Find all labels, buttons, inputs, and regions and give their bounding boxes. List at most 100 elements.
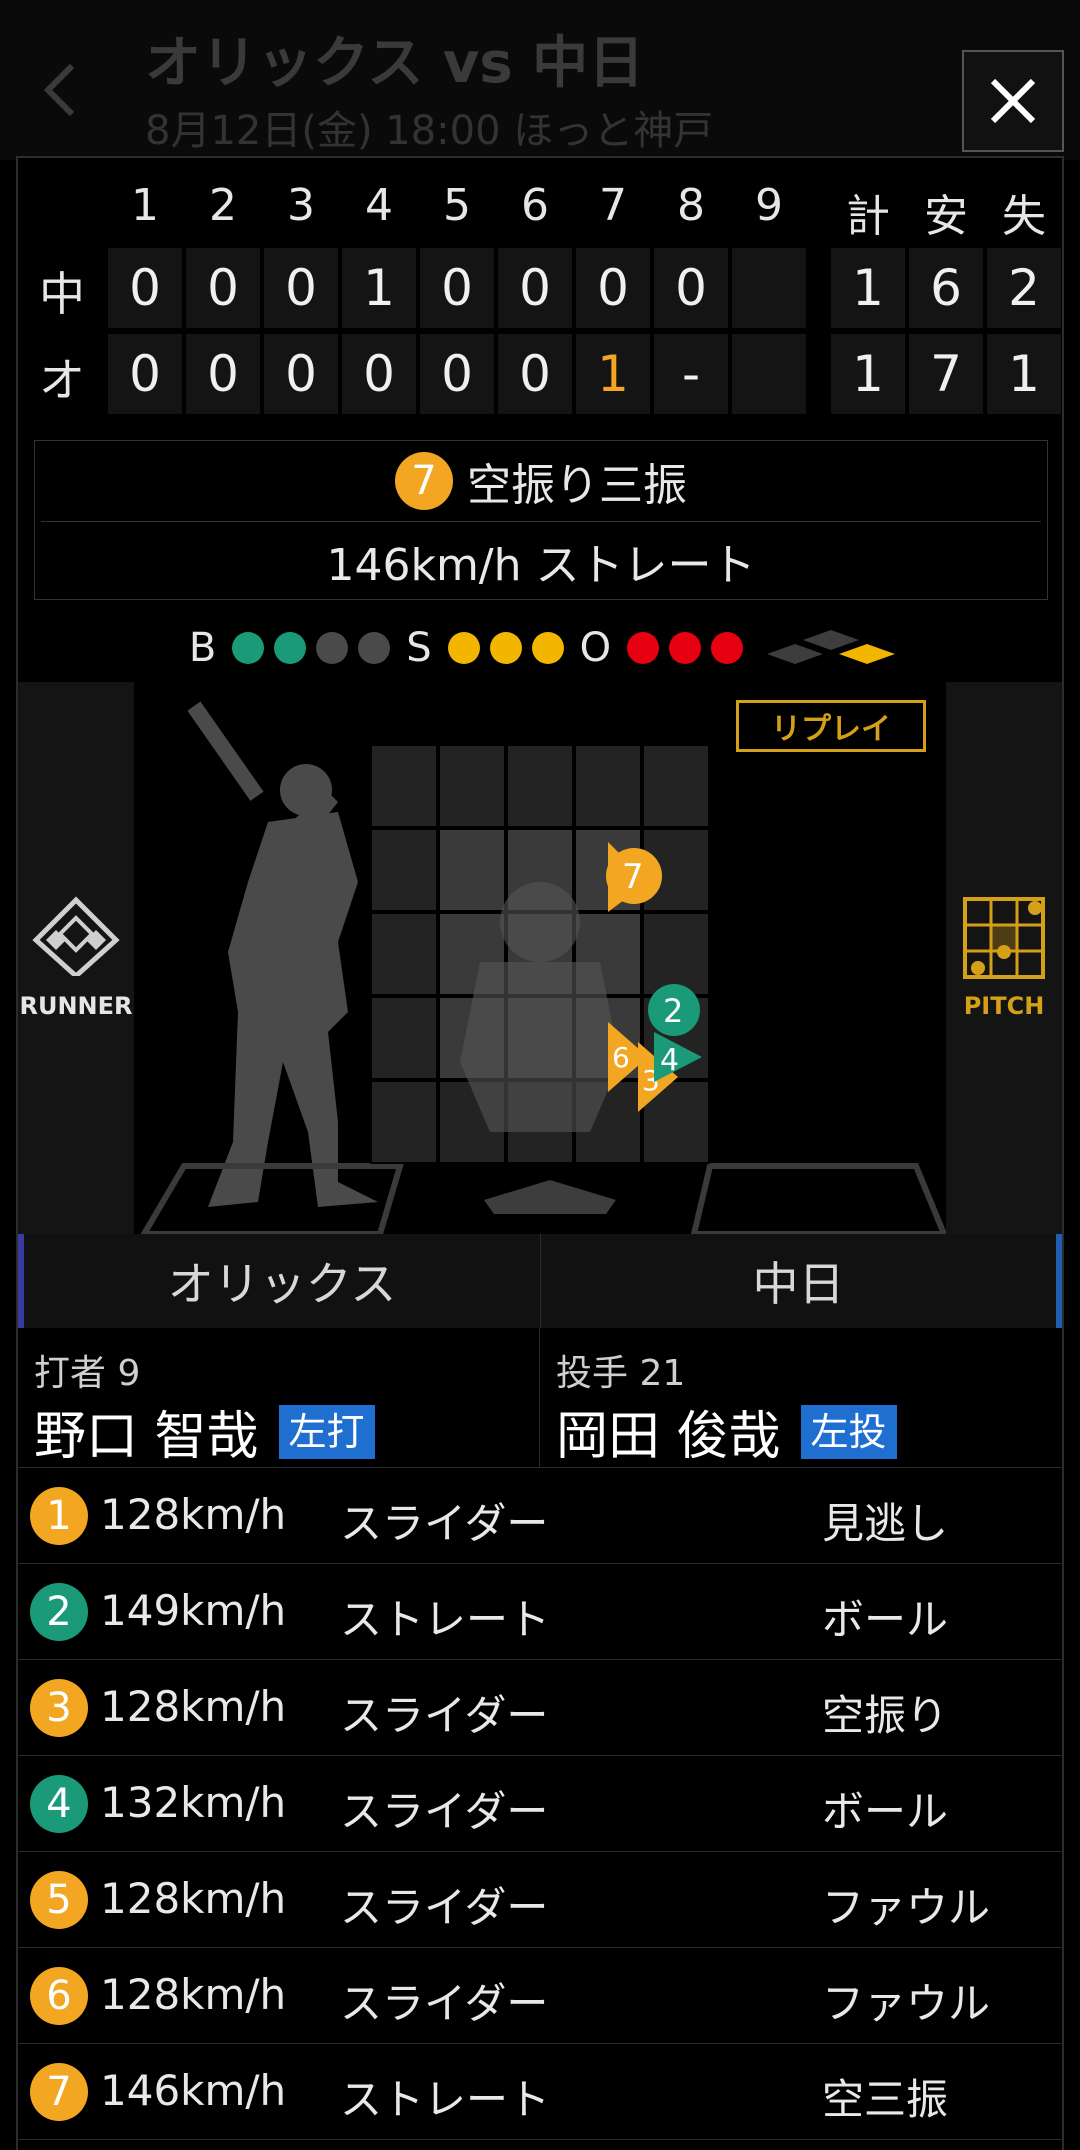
team-tab-orix[interactable]: オリックス xyxy=(18,1234,540,1328)
pitch-type: ストレート xyxy=(340,1595,551,1644)
svg-text:6: 6 xyxy=(612,1041,630,1074)
pitcher-role: 投手 21 xyxy=(556,1353,686,1394)
inning-header: 2 xyxy=(209,180,237,231)
pitch-number-badge: 3 xyxy=(30,1679,88,1737)
batter-role: 打者 9 xyxy=(34,1353,141,1394)
total-cell: 1 xyxy=(987,334,1061,414)
pitch-type: スライダー xyxy=(340,1499,549,1548)
ball-lamp xyxy=(274,632,307,664)
team-label-chunichi: 中 xyxy=(39,267,85,321)
team-tab-chunichi[interactable]: 中日 xyxy=(540,1234,1062,1328)
inning-header: 1 xyxy=(131,180,159,231)
pitch-row: 1 128km/h スライダー 見逃し xyxy=(18,1468,1062,1564)
replay-button[interactable]: リプレイ xyxy=(736,700,926,752)
runner-label: RUNNER xyxy=(19,992,133,1020)
out-lamp xyxy=(711,632,744,664)
pitch-number-badge: 7 xyxy=(395,452,453,510)
ball-lamp xyxy=(358,632,391,664)
pitch-result-box: 7 空振り三振 146km/h ストレート xyxy=(34,440,1048,600)
pitch-result: ファウル xyxy=(822,1979,991,2028)
out-label: O xyxy=(579,625,612,671)
strike-lamp xyxy=(531,632,564,664)
ball-lamp xyxy=(232,632,265,664)
back-arrow-icon xyxy=(43,63,75,117)
inning-header: 3 xyxy=(287,180,315,231)
pitch-type: スライダー xyxy=(340,1979,549,2028)
score-cell: 0 xyxy=(186,248,260,328)
home-plate-area xyxy=(140,1163,946,1234)
score-cell-current: 1 xyxy=(576,334,650,414)
pitch-number-badge: 7 xyxy=(30,2063,88,2121)
pitch-number-badge: 2 xyxy=(30,1583,88,1641)
pitch-speed: 149km/h xyxy=(100,1586,287,1635)
bases-icon xyxy=(767,630,896,664)
inning-header: 4 xyxy=(365,180,393,231)
result-outcome: 空振り三振 xyxy=(467,460,687,511)
pitch-speed: 128km/h xyxy=(100,1682,287,1731)
score-cell xyxy=(732,248,806,328)
pitch-row: 7 146km/h ストレート 空三振 xyxy=(18,2044,1062,2140)
ball-lamp xyxy=(316,632,349,664)
batter-info: 打者 9 野口 智哉 左打 xyxy=(18,1328,540,1468)
inning-header: 5 xyxy=(443,180,471,231)
total-cell: 1 xyxy=(831,334,905,414)
pitch-button[interactable]: PITCH xyxy=(946,682,1062,1234)
pitch-row: 2 149km/h ストレート ボール xyxy=(18,1564,1062,1660)
pitcher-name: 岡田 俊哉 xyxy=(556,1407,781,1467)
total-cell: 7 xyxy=(909,334,983,414)
team-tabs: オリックス 中日 xyxy=(18,1234,1062,1328)
score-cell: 0 xyxy=(498,248,572,328)
ball-count: B S O xyxy=(18,618,1062,678)
pitch-number-badge: 6 xyxy=(30,1967,88,2025)
runner-button[interactable]: RUNNER xyxy=(18,682,134,1234)
svg-text:2: 2 xyxy=(663,992,683,1030)
batter-hand-badge: 左打 xyxy=(278,1404,375,1459)
pitch-detail-modal: 1 2 3 4 5 6 7 8 9 計 安 失 中 0 0 0 1 0 0 0 … xyxy=(16,156,1064,2150)
background-header: オリックス vs 中日 8月12日(金) 18:00 ほっと神戸 xyxy=(0,0,1080,160)
diamond-icon xyxy=(32,896,120,976)
pitch-speed: 146km/h xyxy=(100,2066,287,2115)
pitcher-hand-badge: 左投 xyxy=(800,1404,897,1459)
inning-header: 8 xyxy=(677,180,705,231)
score-cell: 0 xyxy=(108,334,182,414)
score-cell: 0 xyxy=(342,334,416,414)
pitch-result: ボール xyxy=(822,1787,949,1836)
pitch-type: スライダー xyxy=(340,1691,549,1740)
score-cell: - xyxy=(654,334,728,414)
team-label-orix: オ xyxy=(39,353,85,407)
score-cell: 0 xyxy=(108,248,182,328)
pitch-speed: 128km/h xyxy=(100,1970,287,2019)
batter-name: 野口 智哉 xyxy=(34,1407,259,1467)
pitch-result: ファウル xyxy=(822,1883,991,1932)
pitch-list: 1 128km/h スライダー 見逃し 2 149km/h ストレート ボール … xyxy=(18,1468,1062,2140)
game-title: オリックス vs 中日 xyxy=(145,31,645,96)
pitch-type: スライダー xyxy=(340,1787,549,1836)
pitch-row: 3 128km/h スライダー 空振り xyxy=(18,1660,1062,1756)
pitch-markers: 5 7 6 3 4 2 xyxy=(606,842,702,1112)
total-runs-header: 計 xyxy=(846,191,890,242)
pitch-field: RUNNER 7 6 3 4 2 リプレイ PITCH xyxy=(18,682,1062,1234)
pitch-speed: 128km/h xyxy=(100,1490,287,1539)
ball-label: B xyxy=(188,625,217,671)
total-cell: 1 xyxy=(831,248,905,328)
out-lamp xyxy=(669,632,702,664)
close-button[interactable] xyxy=(962,50,1064,152)
strike-lamp xyxy=(489,632,522,664)
score-cell: 0 xyxy=(186,334,260,414)
score-cell: 0 xyxy=(264,334,338,414)
pitch-result: ボール xyxy=(822,1595,949,1644)
total-errors-header: 失 xyxy=(1002,191,1046,242)
score-cell: 0 xyxy=(264,248,338,328)
score-cell: 1 xyxy=(342,248,416,328)
pitch-type: ストレート xyxy=(340,2075,551,2124)
score-cell: 0 xyxy=(576,248,650,328)
total-cell: 6 xyxy=(909,248,983,328)
close-icon xyxy=(990,78,1036,124)
strike-lamp xyxy=(447,632,480,664)
pitch-row: 4 132km/h スライダー ボール xyxy=(18,1756,1062,1852)
score-cell xyxy=(732,334,806,414)
pitch-row: 5 128km/h スライダー ファウル xyxy=(18,1852,1062,1948)
pitch-number-badge: 4 xyxy=(30,1775,88,1833)
pitch-row: 6 128km/h スライダー ファウル xyxy=(18,1948,1062,2044)
score-cell: 0 xyxy=(498,334,572,414)
